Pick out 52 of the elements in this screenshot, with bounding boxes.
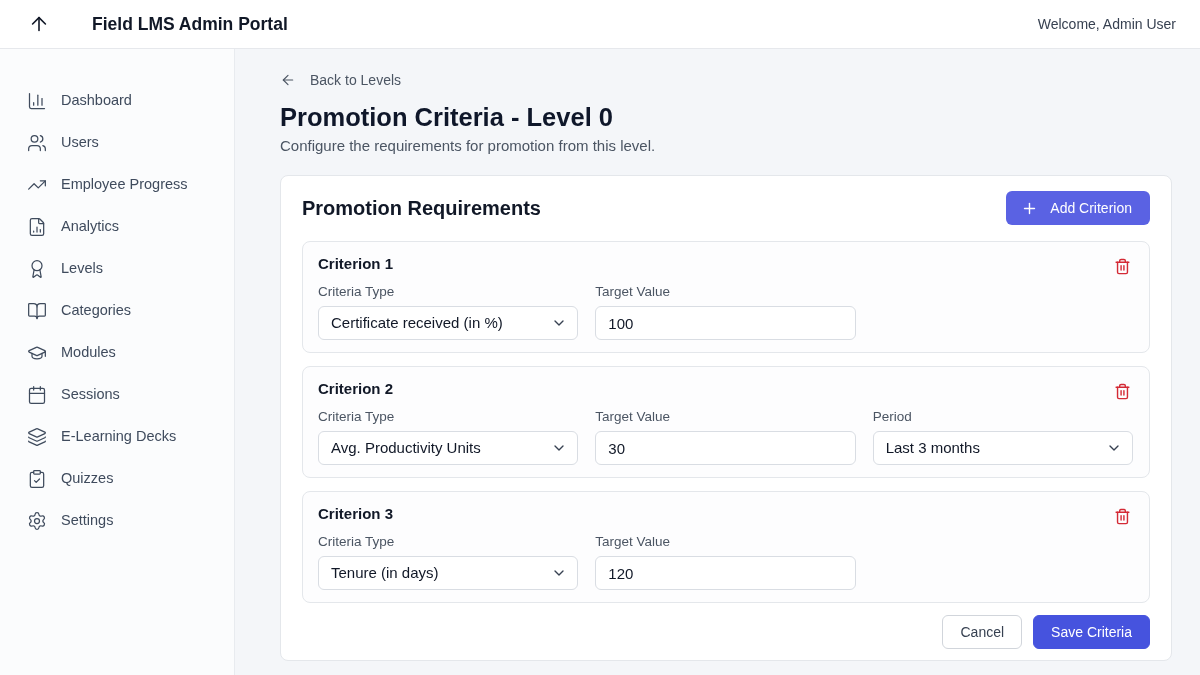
sidebar-item[interactable]: Modules — [27, 342, 116, 364]
page-subtitle: Configure the requirements for promotion from this level. — [280, 136, 657, 156]
clipboard-icon — [27, 469, 47, 489]
bar-chart-icon — [27, 91, 47, 111]
criterion-title: Criterion 1 — [318, 254, 393, 274]
save-button[interactable]: Save Criteria — [1033, 615, 1150, 649]
welcome-text: Welcome, Admin User — [1037, 14, 1176, 34]
field-label: Criteria Type — [318, 283, 396, 301]
delete-button[interactable] — [1114, 508, 1131, 525]
arrow-left-icon — [280, 72, 296, 88]
trash-icon — [1114, 383, 1131, 400]
sidebar-item[interactable]: Users — [27, 132, 99, 154]
input-field[interactable]: 120 — [595, 556, 856, 590]
criterion-title: Criterion 3 — [318, 504, 393, 524]
field-label: Criteria Type — [318, 533, 396, 551]
sidebar-item[interactable]: Sessions — [27, 384, 120, 406]
trash-icon — [1114, 258, 1131, 275]
field-label: Target Value — [595, 283, 672, 301]
sidebar-item[interactable]: Categories — [27, 300, 132, 322]
app-title: Field LMS Admin Portal — [92, 12, 288, 36]
sidebar-item[interactable]: E-Learning Decks — [27, 426, 177, 448]
settings-icon — [27, 511, 47, 531]
dropdown[interactable]: Avg. Productivity Units — [318, 431, 579, 465]
cancel-button[interactable]: Cancel — [942, 615, 1023, 649]
sidebar-item[interactable]: Dashboard — [27, 90, 132, 112]
dropdown[interactable]: Tenure (in days) — [318, 556, 579, 590]
layers-icon — [27, 427, 47, 447]
sidebar-item[interactable]: Employee Progress — [27, 174, 188, 196]
delete-button[interactable] — [1114, 383, 1131, 400]
criterion-title: Criterion 2 — [318, 379, 393, 399]
dropdown[interactable]: Last 3 months — [872, 431, 1133, 465]
section-title: Promotion Requirements — [302, 196, 541, 221]
trash-icon — [1114, 508, 1131, 525]
delete-button[interactable] — [1114, 258, 1131, 275]
sidebar-item[interactable]: Quizzes — [27, 468, 114, 490]
sidebar-item[interactable]: Analytics — [27, 216, 120, 238]
open-book-icon — [27, 301, 47, 321]
dropdown[interactable]: Certificate received (in %) — [318, 306, 579, 340]
add-criterion-button[interactable]: Add Criterion — [1006, 191, 1150, 225]
calendar-icon — [27, 385, 47, 405]
sidebar-item[interactable]: Levels — [27, 258, 103, 280]
field-label: Period — [872, 408, 913, 426]
chart-document-icon — [27, 217, 47, 237]
field-label: Target Value — [595, 408, 672, 426]
input-field[interactable]: 100 — [595, 306, 856, 340]
field-label: Criteria Type — [318, 408, 396, 426]
field-label: Target Value — [595, 533, 672, 551]
users-icon — [27, 133, 47, 153]
page-title: Promotion Criteria - Level 0 — [280, 102, 614, 133]
input-field[interactable]: 30 — [595, 431, 856, 465]
back-link[interactable]: Back to Levels — [280, 70, 402, 90]
sidebar-item[interactable]: Settings — [27, 510, 114, 532]
